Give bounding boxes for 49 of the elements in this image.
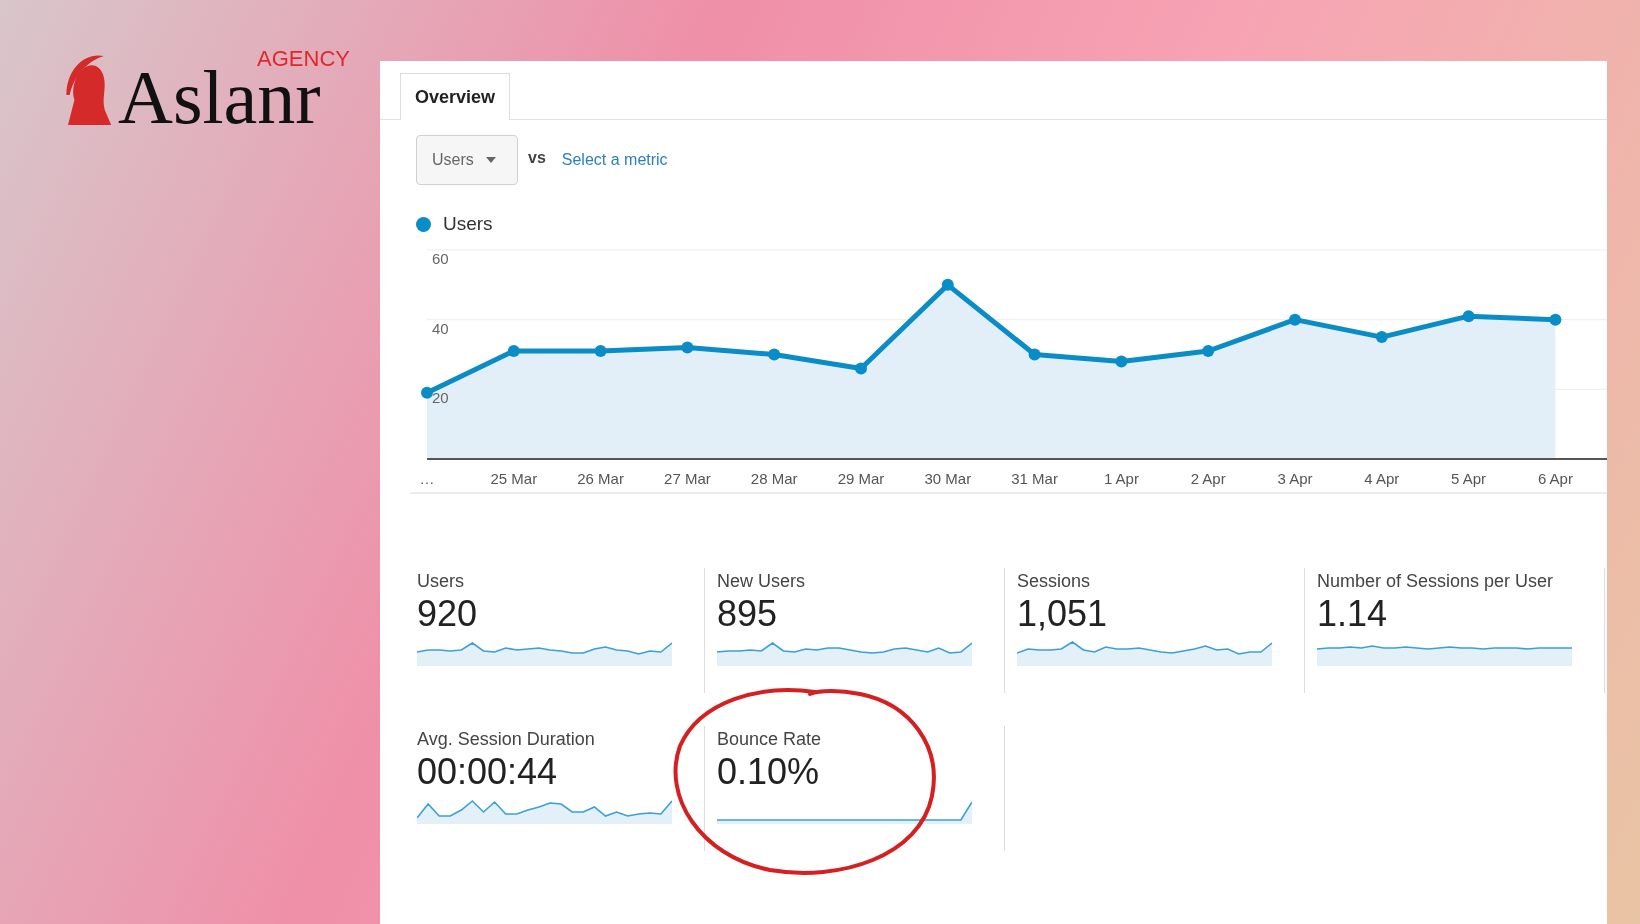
x-tick-label: 5 Apr — [1451, 469, 1487, 487]
data-point — [1549, 313, 1562, 326]
vs-label: vs — [528, 148, 546, 168]
metric-value: 1.14 — [1317, 591, 1389, 636]
y-tick-label: 60 — [432, 249, 449, 267]
data-point — [1115, 354, 1128, 367]
x-tick-label: 28 Mar — [750, 469, 798, 487]
metric-label: Bounce Rate — [717, 727, 823, 750]
data-point — [681, 341, 694, 354]
metric-label: Number of Sessions per User — [1317, 569, 1555, 592]
data-point — [507, 344, 520, 357]
x-tick-label: 26 Mar — [577, 469, 624, 487]
metric-label: Users — [417, 569, 465, 592]
metric-value: 0.10% — [717, 749, 821, 794]
y-tick-label: 40 — [432, 319, 449, 337]
data-point — [594, 344, 607, 357]
metric-value: 1,051 — [1017, 591, 1109, 636]
x-tick-label: 6 Apr — [1537, 469, 1573, 487]
x-tick-label: 27 Mar — [664, 469, 711, 487]
x-tick-label: 4 Apr — [1364, 469, 1400, 487]
x-tick-label: … — [419, 469, 435, 487]
caret-icon — [485, 157, 496, 163]
data-point — [421, 386, 433, 399]
data-point — [855, 361, 867, 374]
metric-label: Sessions — [1017, 569, 1092, 592]
data-point — [1028, 348, 1041, 360]
x-tick-label: 1 Apr — [1103, 469, 1139, 487]
metric-value: 920 — [417, 591, 479, 636]
x-tick-label: 2 Apr — [1190, 469, 1226, 487]
x-tick-label: 31 Mar — [1011, 469, 1058, 487]
x-tick-label: 29 Mar — [837, 469, 885, 487]
y-tick-label: 20 — [432, 388, 449, 406]
data-point — [1375, 330, 1388, 343]
tab[interactable]: Overview — [400, 73, 511, 120]
data-point — [941, 278, 954, 291]
data-point — [1462, 309, 1475, 322]
x-tick-label: 25 Mar — [490, 469, 538, 487]
x-tick-label: 3 Apr — [1277, 469, 1313, 487]
data-point — [768, 348, 781, 360]
legend-label: Users — [443, 212, 493, 236]
metric-value: 00:00:44 — [417, 749, 559, 794]
select-metric-link[interactable]: Select a metric — [561, 148, 668, 172]
data-point — [1202, 344, 1215, 357]
x-tick-label: 30 Mar — [924, 469, 972, 487]
metric-label: Avg. Session Duration — [417, 727, 596, 750]
metric-dropdown[interactable]: Users — [416, 135, 518, 185]
data-point — [1289, 313, 1301, 326]
metric-value: 895 — [717, 591, 779, 636]
metric-label: New Users — [717, 569, 806, 592]
